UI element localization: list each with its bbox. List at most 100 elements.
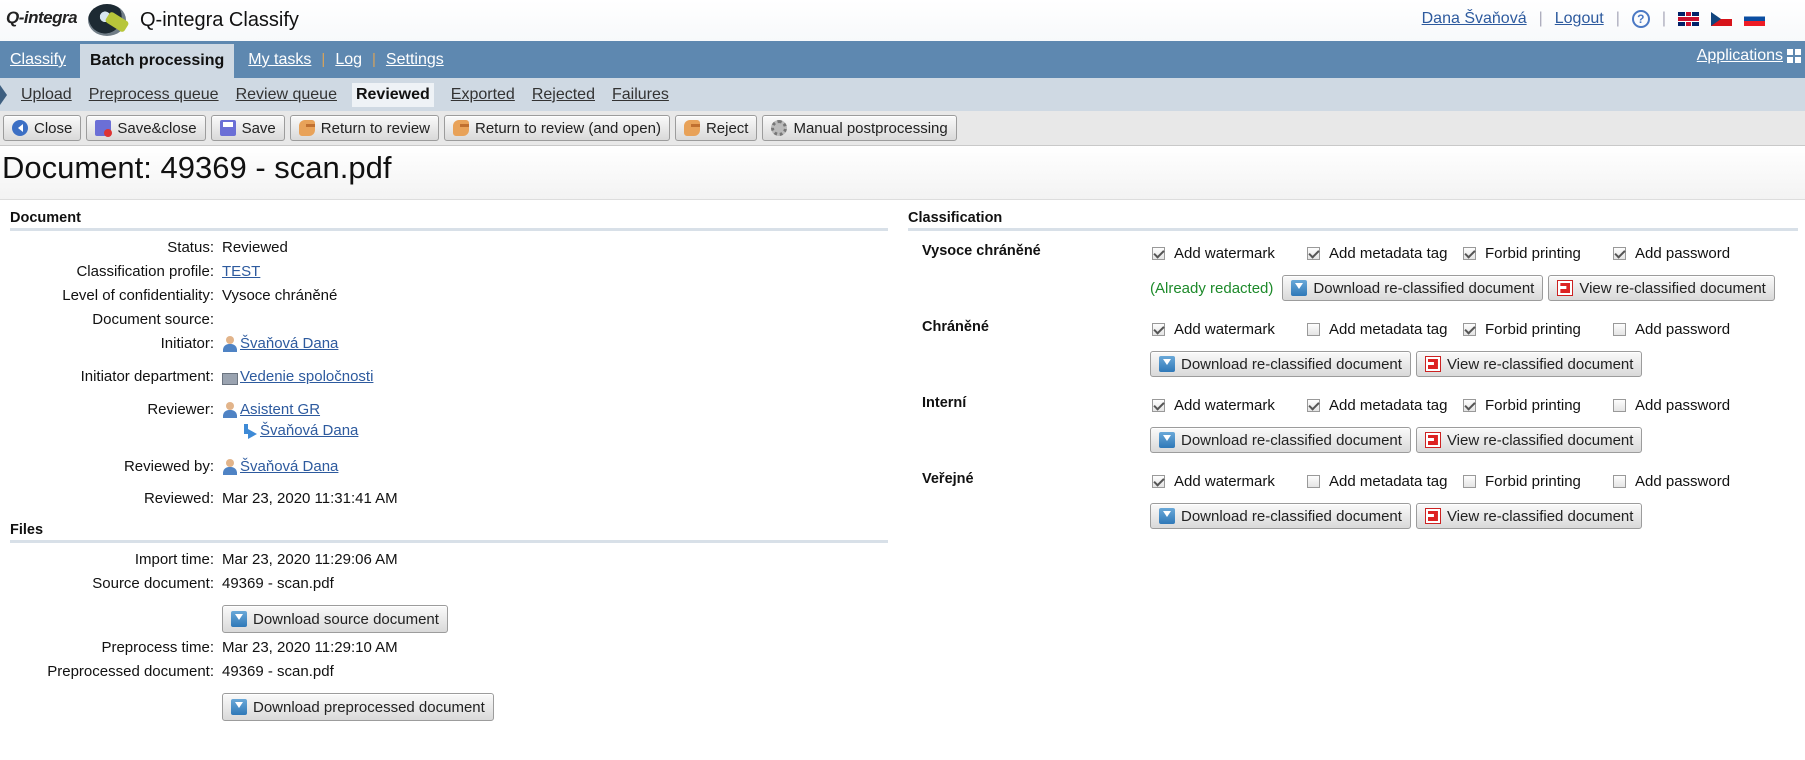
view-reclassified-button[interactable]: View re-classified document [1415,503,1643,529]
department-row: Initiator department: Vedenie spoločnost… [10,368,888,401]
option-label: Add metadata tag [1329,472,1448,490]
manual-postprocessing-button[interactable]: Manual postprocessing [762,115,957,141]
download-reclassified-button[interactable]: Download re-classified document [1282,275,1544,301]
add-password-checkbox[interactable]: Add password [1613,473,1753,490]
checkbox[interactable] [1307,246,1320,260]
option-label: Add watermark [1174,396,1275,414]
checkbox[interactable] [1463,398,1476,412]
subnav-rejected[interactable]: Rejected [532,86,595,104]
subnav-review-queue[interactable]: Review queue [236,86,337,104]
app-logo[interactable]: Q-integra [6,4,128,36]
checkbox[interactable] [1152,246,1165,260]
flag-cz-icon[interactable] [1711,12,1732,26]
add-password-checkbox[interactable]: Add password [1613,397,1753,414]
checkbox[interactable] [1307,322,1320,336]
download-reclassified-button[interactable]: Download re-classified document [1150,503,1411,529]
option-label: Add metadata tag [1329,396,1448,414]
save-button-label: Save [241,119,276,137]
add-metadata-tag-checkbox[interactable]: Add metadata tag [1307,245,1463,262]
logout-link[interactable]: Logout [1555,10,1604,28]
option-label: Add metadata tag [1329,244,1448,262]
forbid-printing-checkbox[interactable]: Forbid printing [1463,397,1613,414]
pdf-icon [1424,432,1441,448]
checkbox[interactable] [1463,246,1476,260]
subnav-exported[interactable]: Exported [451,86,515,104]
add-metadata-tag-checkbox[interactable]: Add metadata tag [1307,473,1463,490]
checkbox[interactable] [1463,474,1476,488]
reviewer-forward-link[interactable]: Švaňová Dana [260,422,358,439]
checkbox[interactable] [1152,398,1165,412]
download-source-button[interactable]: Download source document [222,605,448,633]
classification-profile-link[interactable]: TEST [222,263,260,280]
add-watermark-checkbox[interactable]: Add watermark [1152,321,1307,338]
return-to-review-open-button[interactable]: Return to review (and open) [444,115,670,141]
save-button[interactable]: Save [210,115,285,141]
confidentiality-label: Level of confidentiality: [62,287,214,304]
status-value: Reviewed [222,239,288,256]
flag-uk-icon[interactable] [1678,12,1699,26]
checkbox[interactable] [1613,474,1626,488]
reviewer-link[interactable]: Asistent GR [240,401,320,418]
level-name: Vysoce chráněné [922,243,1041,259]
forbid-printing-checkbox[interactable]: Forbid printing [1463,321,1613,338]
reviewer-row: Reviewer: Asistent GR Švaňová Dana [10,401,888,458]
checkbox[interactable] [1613,246,1626,260]
option-label: Forbid printing [1485,396,1581,414]
nav-settings[interactable]: Settings [376,41,454,78]
reviewed-by-link[interactable]: Švaňová Dana [240,458,338,475]
checkbox[interactable] [1152,322,1165,336]
nav-log[interactable]: Log [325,41,372,78]
checkbox[interactable] [1613,398,1626,412]
option-label: Add watermark [1174,320,1275,338]
view-reclassified-button[interactable]: View re-classified document [1415,427,1643,453]
initiator-row: Initiator: Švaňová Dana [10,335,888,368]
close-button[interactable]: Close [3,115,82,141]
download-reclassified-button[interactable]: Download re-classified document [1150,351,1411,377]
add-metadata-tag-checkbox[interactable]: Add metadata tag [1307,397,1463,414]
user-name-link[interactable]: Dana Švaňová [1422,10,1527,28]
forbid-printing-checkbox[interactable]: Forbid printing [1463,473,1613,490]
add-watermark-checkbox[interactable]: Add watermark [1152,245,1307,262]
classification-panel: Classification Vysoce chráněné Add water… [908,210,1798,543]
subnav-upload[interactable]: Upload [21,86,72,104]
applications-menu[interactable]: Applications [1697,47,1801,65]
add-password-checkbox[interactable]: Add password [1613,245,1753,262]
source-document-value: 49369 - scan.pdf [222,575,334,592]
subnav-reviewed[interactable]: Reviewed [351,82,434,107]
view-reclassified-label: View re-classified document [1579,279,1766,297]
download-preprocessed-button[interactable]: Download preprocessed document [222,693,494,721]
download-preprocessed-label: Download preprocessed document [253,698,485,716]
view-reclassified-button[interactable]: View re-classified document [1415,351,1643,377]
help-icon[interactable]: ? [1631,10,1650,28]
nav-my-tasks[interactable]: My tasks [238,41,321,78]
add-watermark-checkbox[interactable]: Add watermark [1152,397,1307,414]
subnav-failures[interactable]: Failures [612,86,669,104]
checkbox[interactable] [1463,322,1476,336]
save-close-button[interactable]: Save&close [86,115,206,141]
checkbox[interactable] [1152,474,1165,488]
option-label: Add password [1635,320,1731,338]
add-password-checkbox[interactable]: Add password [1613,321,1753,338]
nav-batch-processing[interactable]: Batch processing [80,41,235,78]
view-reclassified-button[interactable]: View re-classified document [1548,275,1775,301]
add-watermark-checkbox[interactable]: Add watermark [1152,473,1307,490]
level-name: Chráněné [922,319,989,335]
nav-classify[interactable]: Classify [0,41,76,78]
checkbox[interactable] [1307,474,1320,488]
option-label: Add watermark [1174,244,1275,262]
subnav-preprocess-queue[interactable]: Preprocess queue [89,86,219,104]
return-to-review-button[interactable]: Return to review [289,115,439,141]
add-metadata-tag-checkbox[interactable]: Add metadata tag [1307,321,1463,338]
department-link[interactable]: Vedenie spoločnosti [240,368,373,385]
forbid-printing-checkbox[interactable]: Forbid printing [1463,245,1613,262]
initiator-link[interactable]: Švaňová Dana [240,335,338,352]
level-name: Veřejné [922,471,974,487]
download-source-label: Download source document [253,610,439,628]
download-reclassified-label: Download re-classified document [1181,355,1402,373]
pdf-icon [1424,508,1441,524]
reject-button[interactable]: Reject [674,115,758,141]
checkbox[interactable] [1307,398,1320,412]
checkbox[interactable] [1613,322,1626,336]
download-reclassified-button[interactable]: Download re-classified document [1150,427,1411,453]
flag-sk-icon[interactable] [1744,12,1765,26]
